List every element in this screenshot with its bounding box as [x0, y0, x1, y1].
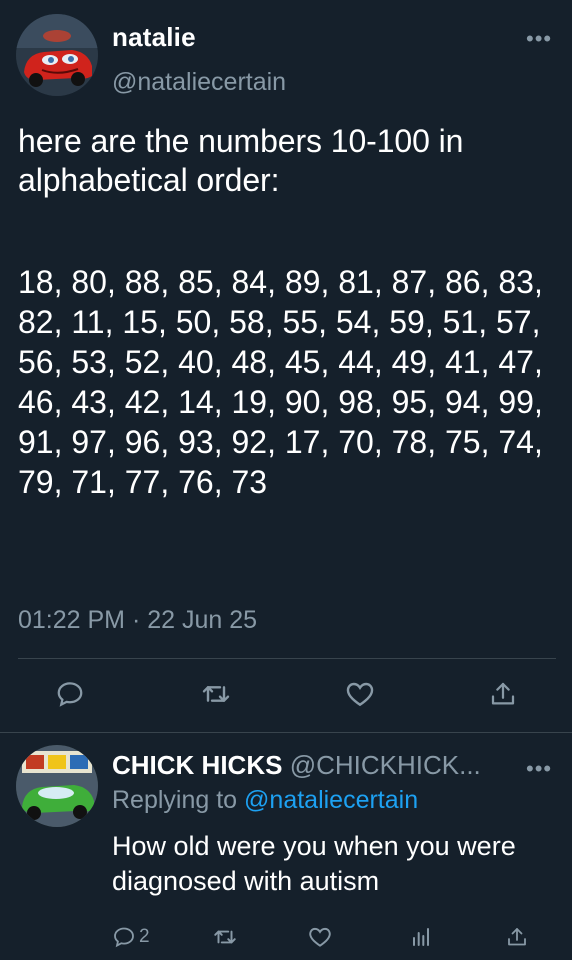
more-options-icon[interactable]: ••• — [526, 26, 552, 52]
divider — [0, 732, 572, 733]
reply-count: 2 — [139, 926, 150, 947]
like-icon[interactable] — [340, 674, 380, 714]
like-icon[interactable] — [300, 917, 340, 957]
reply-icon[interactable]: 2 — [112, 917, 150, 957]
reply-author-name[interactable]: CHICK HICKS — [112, 750, 282, 780]
reply-text: How old were you when you were diagnosed… — [112, 831, 516, 896]
replying-to: Replying to @nataliecertain — [112, 786, 418, 815]
tweet-timestamp[interactable]: 01:22 PM · 22 Jun 25 — [18, 606, 257, 635]
avatar[interactable] — [16, 14, 98, 96]
tweet-numbers-text: 18, 80, 88, 85, 84, 89, 81, 87, 86, 83, … — [18, 264, 543, 500]
retweet-icon[interactable] — [196, 674, 236, 714]
reply-author-handle[interactable]: @CHICKHICK... — [290, 750, 481, 780]
retweet-icon[interactable] — [205, 917, 245, 957]
more-options-icon[interactable]: ••• — [526, 756, 552, 782]
share-icon[interactable] — [497, 917, 537, 957]
reply-icon[interactable] — [50, 674, 90, 714]
reply-author-row[interactable]: CHICK HICKS @CHICKHICK... — [112, 750, 481, 781]
divider — [18, 658, 556, 659]
replying-to-link[interactable]: @nataliecertain — [244, 786, 418, 814]
analytics-icon[interactable] — [400, 917, 440, 957]
replying-to-prefix: Replying to — [112, 786, 245, 814]
avatar[interactable] — [16, 745, 98, 827]
tweet-text: here are the numbers 10-100 in alphabeti… — [18, 123, 473, 198]
share-icon[interactable] — [483, 674, 523, 714]
author-name[interactable]: natalie — [112, 22, 196, 53]
author-handle[interactable]: @nataliecertain — [112, 68, 286, 97]
